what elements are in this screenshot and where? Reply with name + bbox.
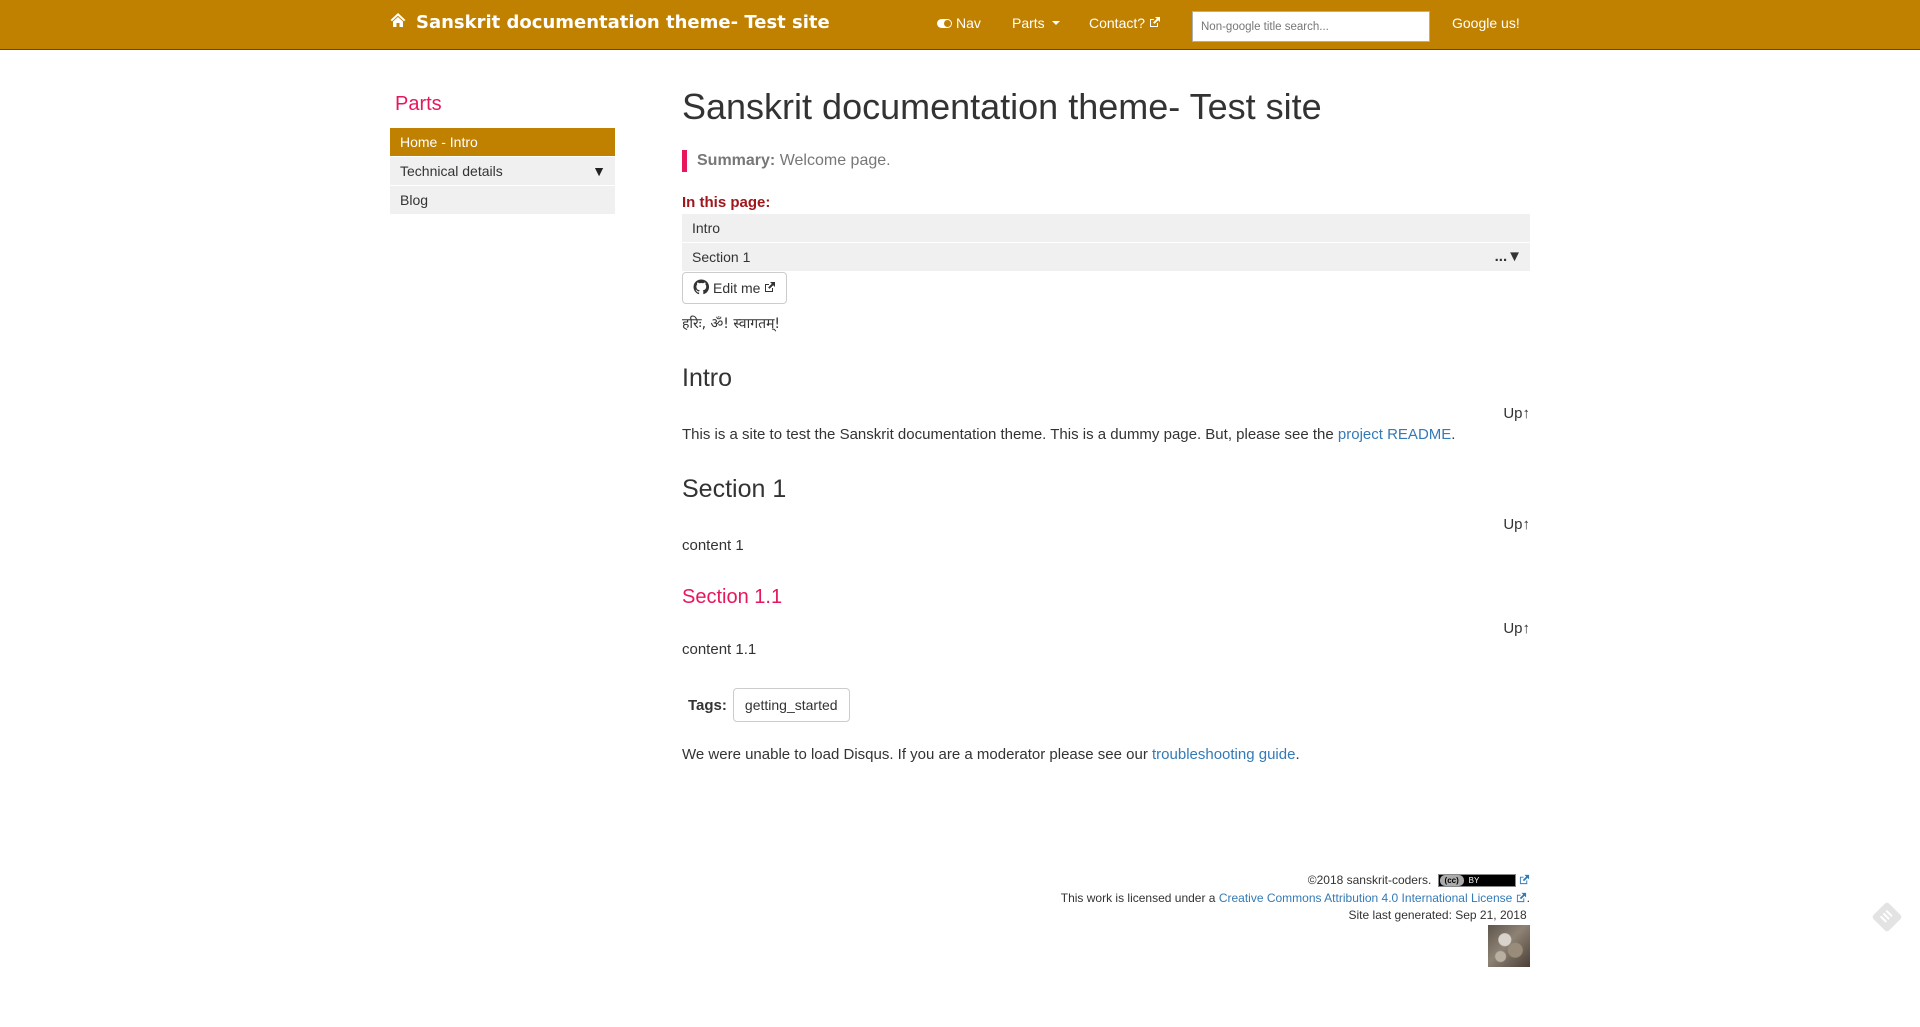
summary-block: Summary: Welcome page. [682,150,891,172]
sidebar-item-label: Home - Intro [400,134,478,150]
navbar: Sanskrit documentation theme- Test site … [0,0,1920,50]
sidebar-nav: Home - Intro Technical details ▼ Blog [390,128,615,215]
toc-item-section-1[interactable]: Section 1 ...▼ [682,243,1530,271]
external-link-icon [1519,873,1530,887]
summary-label: Summary: [697,152,776,169]
by-label: BY [1468,876,1480,886]
site-generated-text: Site last generated: Sep 21, 2018 [1348,908,1527,922]
google-us-label: Google us! [1452,15,1520,31]
section-1-content: content 1 [682,537,744,554]
nav-label: Nav [956,15,981,31]
section-heading-section-1-1: Section 1.1 [682,586,783,608]
sidebar-item-technical-details[interactable]: Technical details ▼ [390,157,615,185]
sidebar-title: Parts [395,93,442,115]
cc-logo: (cc) [1439,875,1464,887]
toc-item-label: Intro [692,220,721,236]
footer-generated-line: Site last generated: Sep 21, 2018 [1061,907,1530,925]
toc-item-label: Section 1 [692,249,751,265]
sidebar-item-label: Technical details [400,163,503,179]
sidebar-item-label: Blog [400,192,429,208]
parts-dropdown[interactable]: Parts [1012,15,1060,31]
brand-title: Sanskrit documentation theme- Test site [416,12,830,33]
footer-license-line: This work is licensed under a Creative C… [1061,890,1530,908]
contact-label: Contact? [1089,15,1146,31]
cc-license-link[interactable]: Creative Commons Attribution 4.0 Interna… [1219,891,1513,905]
summary-text: Welcome page. [779,152,891,169]
disqus-text-end: . [1295,746,1300,763]
github-icon [693,278,710,298]
parts-label: Parts [1012,15,1045,31]
project-readme-link[interactable]: project README [1338,426,1451,443]
external-link-icon [1516,891,1527,905]
copyright-text: ©2018 sanskrit-coders. [1307,873,1432,887]
toc-expand-icon[interactable]: ...▼ [1495,243,1522,271]
section-heading-intro: Intro [682,364,733,392]
external-link-icon [1149,15,1161,31]
toc-item-intro[interactable]: Intro [682,214,1530,242]
up-link[interactable]: Up↑ [1503,620,1530,637]
brand-link[interactable]: Sanskrit documentation theme- Test site [390,12,830,33]
external-link-icon [764,280,776,296]
intro-text-end: . [1451,426,1456,443]
cc-by-badge[interactable]: (cc) BY [1437,874,1516,888]
footer: ©2018 sanskrit-coders. (cc) BY This work… [1061,872,1530,925]
license-end: . [1526,890,1530,905]
section-heading-section-1: Section 1 [682,475,787,503]
caret-down-icon [1051,21,1060,25]
license-prefix: This work is licensed under a [1060,890,1219,905]
footer-copyright-line: ©2018 sanskrit-coders. (cc) BY [1061,872,1530,890]
edit-me-label: Edit me [713,280,761,296]
toggle-icon [937,18,952,28]
disqus-text: We were unable to load Disqus. If you ar… [682,746,1152,763]
nav-toggle-link[interactable]: Nav [937,15,981,31]
sanskrit-greeting: हरिः, ॐ! स्वागतम्! [682,316,781,332]
feed-icon[interactable] [1871,901,1903,933]
toc-label: In this page: [682,194,771,211]
disqus-message: We were unable to load Disqus. If you ar… [682,746,1300,763]
edit-me-button[interactable]: Edit me [682,272,788,304]
footer-deity-image [1488,925,1530,967]
home-icon [390,12,406,33]
sidebar-item-blog[interactable]: Blog [390,186,615,214]
toc-list: Intro Section 1 ...▼ [682,214,1530,272]
up-link[interactable]: Up↑ [1503,516,1530,533]
page-title: Sanskrit documentation theme- Test site [682,86,1322,127]
up-link[interactable]: Up↑ [1503,405,1530,422]
google-us-link[interactable]: Google us! [1452,15,1520,31]
contact-link[interactable]: Contact? [1089,15,1161,31]
sidebar-item-home-intro[interactable]: Home - Intro [390,128,615,156]
tags-row: Tags: getting_started [688,688,850,722]
troubleshooting-guide-link[interactable]: troubleshooting guide [1152,746,1295,763]
title-search-input[interactable] [1192,11,1430,42]
section-1-1-content: content 1.1 [682,641,757,658]
tag-button[interactable]: getting_started [732,688,850,722]
intro-text: This is a site to test the Sanskrit docu… [682,426,1338,443]
tags-label: Tags: [688,696,727,714]
expand-triangle-icon[interactable]: ▼ [592,157,606,185]
intro-paragraph: This is a site to test the Sanskrit docu… [682,426,1455,443]
